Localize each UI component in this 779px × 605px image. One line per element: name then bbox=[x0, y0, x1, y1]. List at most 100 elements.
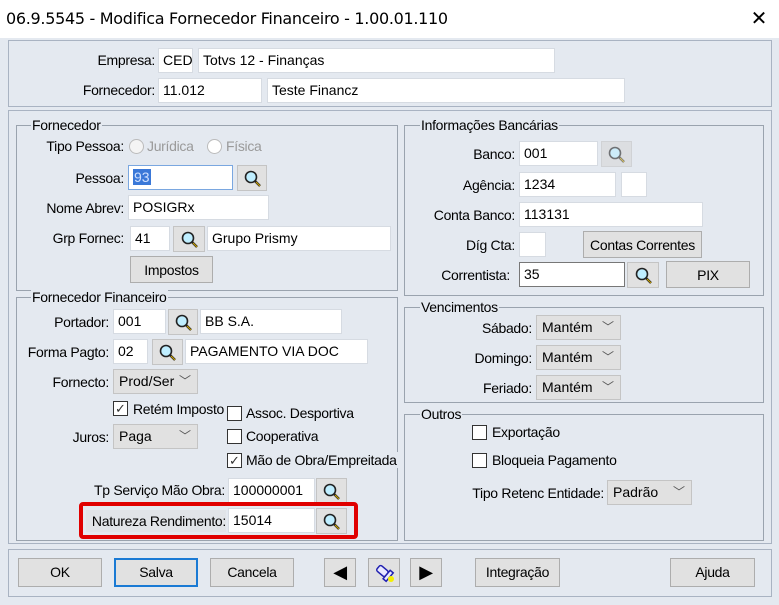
integracao-button[interactable]: Integração bbox=[475, 558, 560, 587]
mao-de-obra-checkbox[interactable]: ✓ bbox=[227, 453, 242, 468]
agencia-label: Agência: bbox=[462, 177, 515, 193]
forma-pagto-label: Forma Pagto: bbox=[27, 344, 110, 360]
pessoa-field[interactable]: 93 bbox=[128, 165, 233, 190]
bloqueia-pagamento-checkbox[interactable] bbox=[472, 453, 487, 468]
forma-pagto-search-button[interactable] bbox=[152, 339, 183, 365]
banco-label: Banco: bbox=[473, 146, 515, 162]
fornecedor-name-field[interactable]: Teste Financz bbox=[267, 78, 625, 103]
chevron-down-icon: ﹀ bbox=[601, 380, 614, 394]
chevron-down-icon: ﹀ bbox=[672, 485, 685, 499]
grp-fornec-search-button[interactable] bbox=[173, 226, 205, 252]
arrow-right-icon: ▶ bbox=[419, 562, 433, 582]
natureza-search-button[interactable] bbox=[316, 508, 347, 534]
assoc-desportiva-checkbox[interactable] bbox=[227, 406, 242, 421]
fornecedor-legend: Fornecedor bbox=[31, 117, 102, 133]
nome-abrev-label: Nome Abrev: bbox=[46, 200, 124, 216]
previous-button[interactable]: ◀ bbox=[324, 558, 356, 587]
fornecedor-financeiro-legend: Fornecedor Financeiro bbox=[31, 289, 168, 305]
outros-group bbox=[404, 414, 764, 541]
exportacao-label: Exportação bbox=[492, 424, 560, 440]
conta-banco-field[interactable]: 113131 bbox=[519, 202, 703, 227]
dig-cta-label: Díg Cta: bbox=[466, 237, 515, 253]
nome-abrev-field[interactable]: POSIGRx bbox=[128, 195, 269, 220]
cooperativa-label: Cooperativa bbox=[246, 428, 319, 444]
domingo-select[interactable]: Mantém ﹀ bbox=[536, 345, 621, 370]
assoc-desportiva-label: Assoc. Desportiva bbox=[246, 405, 354, 421]
fornecedor-code-field[interactable]: 11.012 bbox=[158, 78, 262, 103]
impostos-button[interactable]: Impostos bbox=[130, 256, 213, 283]
search-icon bbox=[174, 313, 192, 331]
arrow-left-icon: ◀ bbox=[333, 562, 347, 582]
tipo-retenc-label: Tipo Retenc Entidade: bbox=[472, 485, 604, 501]
pessoa-value: 93 bbox=[133, 169, 151, 185]
juridica-label: Jurídica bbox=[147, 138, 194, 154]
sabado-value: Mantém bbox=[542, 319, 593, 335]
forma-pagto-code-field[interactable]: 02 bbox=[113, 339, 148, 364]
portador-code-field[interactable]: 001 bbox=[113, 309, 166, 334]
fisica-label: Física bbox=[226, 138, 262, 154]
fisica-radio[interactable] bbox=[207, 139, 222, 154]
cooperativa-checkbox[interactable] bbox=[227, 429, 242, 444]
sabado-select[interactable]: Mantém ﹀ bbox=[536, 315, 621, 340]
empresa-label: Empresa: bbox=[97, 52, 155, 68]
fornecto-select[interactable]: Prod/Ser ﹀ bbox=[113, 369, 198, 394]
conta-banco-label: Conta Banco: bbox=[433, 207, 516, 223]
feriado-value: Mantém bbox=[542, 379, 593, 395]
juridica-radio[interactable] bbox=[129, 139, 144, 154]
pessoa-search-button[interactable] bbox=[237, 165, 267, 191]
search-icon bbox=[323, 482, 341, 500]
window-title: 06.9.5545 - Modifica Fornecedor Financei… bbox=[6, 9, 448, 28]
flashlight-icon bbox=[376, 564, 395, 582]
ajuda-button[interactable]: Ajuda bbox=[670, 558, 755, 587]
tipo-pessoa-label: Tipo Pessoa: bbox=[46, 138, 124, 154]
retem-imposto-checkbox[interactable]: ✓ bbox=[113, 401, 128, 416]
fornecedor-label: Fornecedor: bbox=[82, 82, 155, 98]
search-icon bbox=[159, 343, 177, 361]
chevron-down-icon: ﹀ bbox=[178, 374, 191, 388]
chevron-down-icon: ﹀ bbox=[178, 429, 191, 443]
search-flashlight-button[interactable] bbox=[368, 558, 400, 587]
correntista-search-button[interactable] bbox=[627, 262, 659, 288]
natureza-rendimento-field[interactable]: 15014 bbox=[228, 508, 315, 533]
tp-servico-search-button[interactable] bbox=[316, 478, 347, 504]
cancela-button[interactable]: Cancela bbox=[210, 558, 294, 587]
empresa-name-field[interactable]: Totvs 12 - Finanças bbox=[198, 48, 555, 73]
juros-label: Juros: bbox=[72, 429, 110, 445]
portador-search-button[interactable] bbox=[168, 309, 198, 335]
portador-label: Portador: bbox=[54, 314, 109, 330]
ok-button[interactable]: OK bbox=[18, 558, 102, 587]
grp-fornec-code-field[interactable]: 41 bbox=[130, 226, 170, 251]
agencia-digito-field[interactable] bbox=[621, 172, 647, 197]
empresa-code-field[interactable]: CED bbox=[158, 48, 193, 73]
grp-fornec-name-field[interactable]: Grupo Prismy bbox=[207, 226, 391, 251]
portador-name-field[interactable]: BB S.A. bbox=[200, 309, 342, 334]
informacoes-bancarias-legend: Informações Bancárias bbox=[420, 117, 559, 133]
contas-correntes-button[interactable]: Contas Correntes bbox=[583, 231, 702, 258]
tipo-retenc-select[interactable]: Padrão ﹀ bbox=[607, 480, 692, 505]
sabado-label: Sábado: bbox=[481, 320, 532, 336]
tp-servico-label: Tp Serviço Mão Obra: bbox=[94, 482, 225, 498]
feriado-select[interactable]: Mantém ﹀ bbox=[536, 375, 621, 400]
tp-servico-field[interactable]: 100000001 bbox=[228, 478, 315, 503]
exportacao-checkbox[interactable] bbox=[472, 425, 487, 440]
natureza-rendimento-label: Natureza Rendimento: bbox=[86, 510, 226, 532]
banco-field[interactable]: 001 bbox=[519, 141, 598, 166]
juros-value: Paga bbox=[119, 428, 152, 444]
pix-button[interactable]: PIX bbox=[666, 261, 750, 288]
correntista-label: Correntista: bbox=[441, 267, 510, 283]
domingo-value: Mantém bbox=[542, 349, 593, 365]
vencimentos-legend: Vencimentos bbox=[420, 299, 499, 315]
dig-cta-field[interactable] bbox=[519, 232, 546, 257]
banco-search-button[interactable] bbox=[601, 141, 632, 167]
forma-pagto-name-field[interactable]: PAGAMENTO VIA DOC bbox=[185, 339, 368, 364]
juros-select[interactable]: Paga ﹀ bbox=[113, 424, 198, 449]
salva-button[interactable]: Salva bbox=[114, 558, 198, 587]
correntista-field[interactable]: 35 bbox=[519, 262, 625, 287]
close-icon[interactable]: ✕ bbox=[748, 6, 770, 31]
pessoa-label: Pessoa: bbox=[75, 170, 125, 186]
fornecto-label: Fornecto: bbox=[52, 374, 110, 390]
search-icon bbox=[323, 512, 341, 530]
next-button[interactable]: ▶ bbox=[410, 558, 442, 587]
domingo-label: Domingo: bbox=[474, 350, 532, 366]
agencia-field[interactable]: 1234 bbox=[519, 172, 616, 197]
